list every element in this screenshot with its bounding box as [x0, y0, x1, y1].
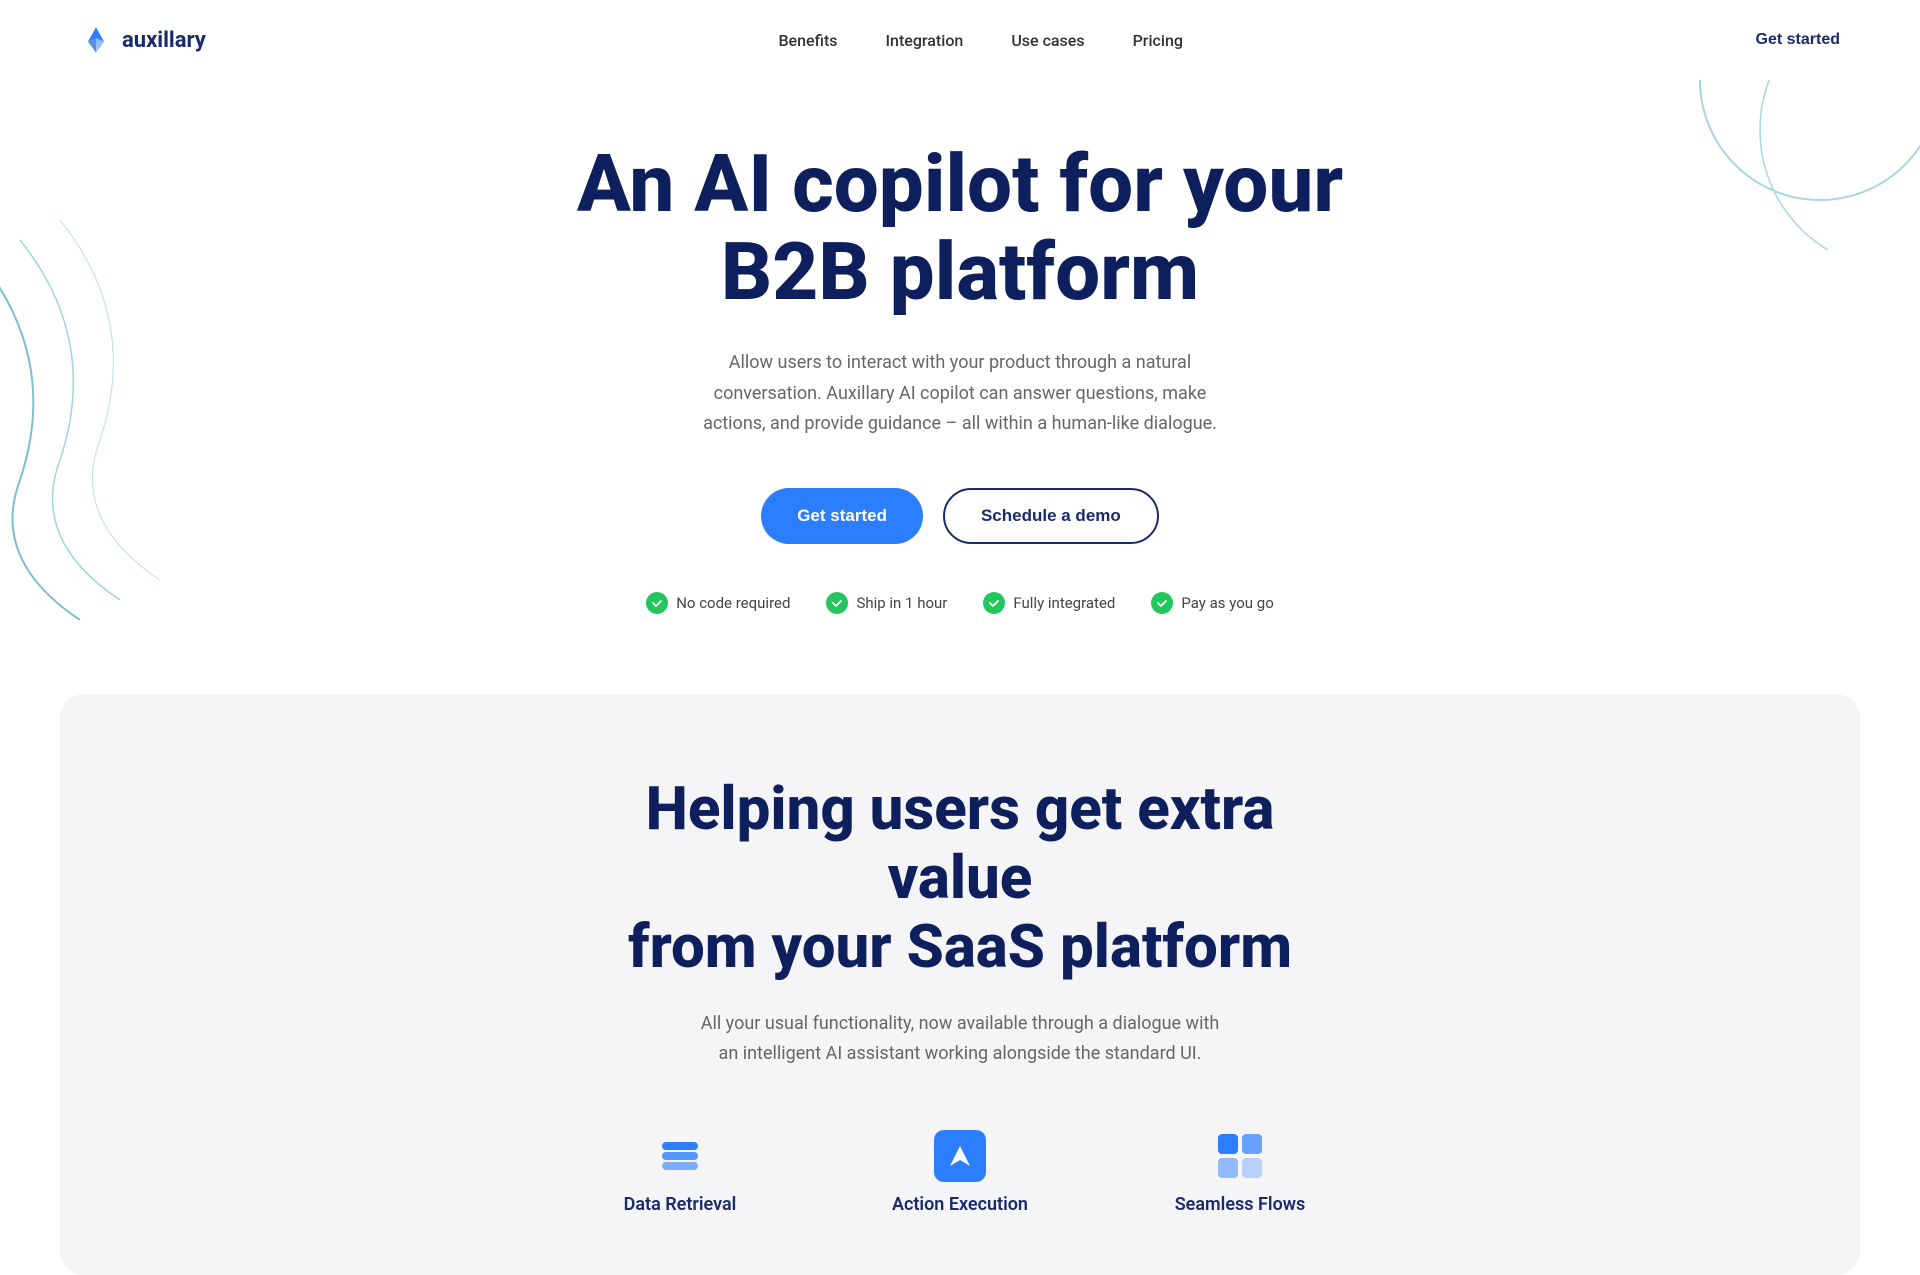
logo-text: auxillary [122, 28, 206, 53]
action-execution-label: Action Execution [892, 1194, 1028, 1215]
deco-bottom-left [0, 160, 260, 620]
navbar: auxillary Benefits Integration Use cases… [0, 0, 1920, 80]
badge-check-icon-2 [826, 592, 848, 614]
logo-icon [80, 24, 112, 56]
badge-check-icon [646, 592, 668, 614]
nav-links: Benefits Integration Use cases Pricing [778, 31, 1182, 50]
badge-pay-as-you-go: Pay as you go [1151, 592, 1273, 614]
feature-action-execution: Action Execution [860, 1130, 1060, 1215]
badge-check-icon-3 [983, 592, 1005, 614]
features-row: Data Retrieval Action Execution [140, 1130, 1780, 1215]
schedule-demo-button[interactable]: Schedule a demo [943, 488, 1159, 544]
hero-title: An AI copilot for your B2B platform [510, 140, 1410, 316]
hero-section: An AI copilot for your B2B platform Allo… [0, 80, 1920, 694]
action-execution-icon [934, 1130, 986, 1182]
badge-ship-hour: Ship in 1 hour [826, 592, 947, 614]
hero-badges: No code required Ship in 1 hour Fully in… [80, 592, 1840, 614]
logo[interactable]: auxillary [80, 24, 206, 56]
badge-check-icon-4 [1151, 592, 1173, 614]
get-started-button[interactable]: Get started [761, 488, 923, 544]
nav-benefits[interactable]: Benefits [778, 31, 837, 50]
nav-use-cases[interactable]: Use cases [1011, 31, 1084, 50]
badge-no-code: No code required [646, 592, 790, 614]
nav-pricing[interactable]: Pricing [1133, 31, 1183, 50]
seamless-flows-icon [1214, 1130, 1266, 1182]
second-section-title: Helping users get extra value from your … [570, 774, 1350, 981]
feature-seamless-flows: Seamless Flows [1140, 1130, 1340, 1215]
hero-buttons: Get started Schedule a demo [80, 488, 1840, 544]
data-retrieval-label: Data Retrieval [624, 1194, 737, 1215]
nav-integration[interactable]: Integration [886, 31, 964, 50]
badge-integrated: Fully integrated [983, 592, 1115, 614]
seamless-flows-label: Seamless Flows [1175, 1194, 1306, 1215]
second-section-subtitle: All your usual functionality, now availa… [700, 1009, 1220, 1070]
feature-data-retrieval: Data Retrieval [580, 1130, 780, 1215]
hero-subtitle: Allow users to interact with your produc… [700, 348, 1220, 440]
deco-top-right [1540, 80, 1920, 250]
nav-get-started-button[interactable]: Get started [1756, 31, 1840, 49]
data-retrieval-icon [654, 1130, 706, 1182]
second-section: Helping users get extra value from your … [60, 694, 1860, 1275]
